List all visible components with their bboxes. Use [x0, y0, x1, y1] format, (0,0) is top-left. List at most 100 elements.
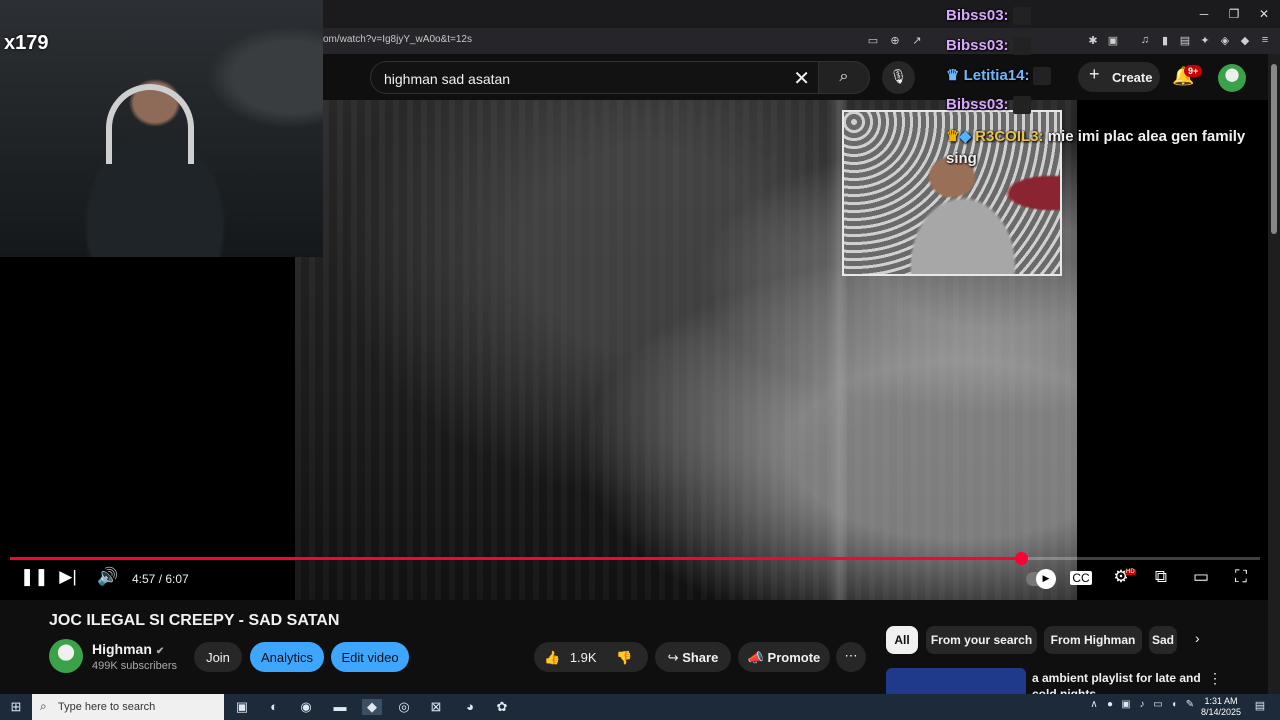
- search-button[interactable]: ⌕: [818, 61, 870, 94]
- more-actions-button[interactable]: ⋯: [836, 642, 866, 672]
- profile-icon[interactable]: ◆: [1238, 34, 1252, 47]
- taskbar-search[interactable]: ⌕ Type here to search: [32, 694, 224, 720]
- autoplay-toggle[interactable]: ▶: [1026, 569, 1056, 589]
- chat-username: Bibss03:: [946, 96, 1009, 113]
- extensions-icon[interactable]: ✱: [1086, 34, 1100, 47]
- fullscreen-icon[interactable]: ⛶: [1230, 567, 1252, 591]
- search-box[interactable]: highman sad asatan ✕: [370, 61, 818, 94]
- clear-search-icon[interactable]: ✕: [793, 66, 810, 91]
- scrollbar-thumb[interactable]: [1271, 64, 1277, 234]
- chat-message: Bibss03:: [946, 96, 1031, 115]
- chat-message: Bibss03:: [946, 7, 1031, 26]
- brave-browser-icon[interactable]: ◆: [362, 699, 382, 715]
- chat-avatar: [1012, 7, 1031, 26]
- promote-icon: 📣: [747, 650, 764, 665]
- chat-avatar: [1012, 37, 1031, 56]
- minimize-icon[interactable]: ─: [1196, 7, 1212, 21]
- progress-bar[interactable]: [10, 552, 1260, 565]
- chip-sad[interactable]: Sad: [1149, 626, 1177, 654]
- task-view-icon[interactable]: ▣: [232, 699, 252, 715]
- windows-start-icon[interactable]: ⊞: [6, 699, 26, 715]
- taskbar: ⊞ ⌕ Type here to search ▣ ◐ ◉ ▬ ◆ ◎ ⊠ ◕ …: [0, 694, 1280, 720]
- clock-date: 8/14/2025: [1200, 707, 1242, 717]
- chat-username: Bibss03:: [946, 37, 1009, 54]
- miniplayer-icon[interactable]: ⧉: [1150, 567, 1172, 591]
- search-icon: ⌕: [839, 68, 849, 85]
- chat-username: Bibss03:: [946, 7, 1009, 24]
- chip-from-your-search[interactable]: From your search: [926, 626, 1037, 654]
- dislike-icon[interactable]: 👎: [616, 650, 632, 665]
- verified-icon: ✔: [155, 646, 165, 657]
- chat-username: Letitia14:: [963, 67, 1030, 84]
- maximize-icon[interactable]: ❐: [1226, 7, 1242, 21]
- share-page-icon[interactable]: ↗: [910, 34, 924, 47]
- like-count[interactable]: 1.9K: [570, 650, 597, 665]
- page-scrollbar[interactable]: [1268, 54, 1280, 694]
- join-button[interactable]: Join: [194, 642, 242, 672]
- close-window-icon[interactable]: ✕: [1256, 7, 1272, 21]
- wallet-icon[interactable]: ▤: [1178, 34, 1192, 47]
- media-icon[interactable]: ♫: [1138, 34, 1152, 46]
- tab-search-icon[interactable]: ▣: [1106, 34, 1120, 47]
- chip-all[interactable]: All: [886, 626, 918, 654]
- share-button[interactable]: ↪ Share: [655, 642, 731, 672]
- notification-center-icon[interactable]: ▤: [1250, 699, 1270, 712]
- share-icon: ↪: [667, 650, 679, 665]
- channel-name-text[interactable]: Highman: [92, 641, 152, 657]
- time-display: 4:57 / 6:07: [132, 572, 189, 586]
- cast-icon[interactable]: ▭: [866, 34, 880, 47]
- chevron-right-icon[interactable]: ›: [1195, 630, 1200, 646]
- xbox-icon[interactable]: ⊠: [426, 699, 446, 715]
- file-explorer-icon[interactable]: ▬: [330, 699, 350, 714]
- menu-icon[interactable]: ≡: [1258, 34, 1272, 46]
- chat-text-continued: sing: [946, 150, 977, 167]
- progress-fill: [10, 557, 1022, 560]
- copilot-icon[interactable]: ◐: [264, 699, 284, 714]
- theater-mode-icon[interactable]: ▭: [1190, 567, 1212, 591]
- edge-icon[interactable]: ◉: [296, 699, 316, 715]
- crown-icon: ♛: [946, 67, 960, 84]
- channel-name[interactable]: Highman ✔: [92, 641, 164, 657]
- account-avatar[interactable]: [1218, 64, 1246, 92]
- edit-video-button[interactable]: Edit video: [331, 642, 409, 672]
- vpn-icon[interactable]: ◈: [1218, 34, 1232, 47]
- more-icon: ⋯: [844, 648, 858, 663]
- next-icon[interactable]: ▶|: [58, 567, 78, 591]
- promote-button[interactable]: 📣 Promote: [738, 642, 830, 672]
- clock-time: 1:31 AM: [1204, 696, 1238, 706]
- microphone-icon: 🎙: [889, 68, 908, 84]
- like-icon[interactable]: 👍: [544, 650, 560, 665]
- voice-search-button[interactable]: 🎙: [882, 61, 915, 94]
- chat-avatar: [1033, 67, 1052, 86]
- recommendation-menu-icon[interactable]: ⋮: [1208, 670, 1222, 687]
- gem-icon: ◆: [959, 128, 971, 145]
- sidebar-icon[interactable]: ▮: [1158, 34, 1172, 47]
- pause-icon[interactable]: ❚❚: [20, 567, 49, 591]
- hd-badge: HD: [1125, 569, 1136, 575]
- streamer-webcam: x179: [0, 0, 323, 257]
- app-icon[interactable]: ✿: [492, 699, 512, 715]
- video-title: JOC ILEGAL SI CREEPY - SAD SATAN: [49, 612, 340, 629]
- notifications-badge: 9+: [1184, 65, 1203, 77]
- analytics-button[interactable]: Analytics: [250, 642, 324, 672]
- taskbar-clock[interactable]: 1:31 AM 8/14/2025: [1196, 696, 1246, 718]
- zoom-icon[interactable]: ⊕: [888, 34, 902, 47]
- channel-avatar[interactable]: [49, 639, 83, 673]
- headphones-shape: [106, 84, 194, 164]
- volume-icon[interactable]: 🔊: [97, 567, 119, 591]
- taskbar-search-icon: ⌕: [40, 699, 47, 713]
- create-button[interactable]: + Create: [1078, 62, 1160, 92]
- search-input[interactable]: highman sad asatan: [384, 71, 510, 87]
- taskbar-search-placeholder[interactable]: Type here to search: [58, 701, 155, 713]
- like-dislike-group: 👍 1.9K 👎: [534, 642, 648, 672]
- ai-icon[interactable]: ✦: [1198, 34, 1212, 47]
- url-text[interactable]: om/watch?v=Ig8jyY_wA0o&t=12s: [323, 34, 472, 45]
- chat-text: mie imi plac alea gen family: [1047, 128, 1246, 145]
- captions-icon[interactable]: CC: [1070, 571, 1092, 585]
- steam-icon[interactable]: ◎: [394, 699, 414, 715]
- create-label: Create: [1112, 70, 1153, 85]
- chat-avatar: [1012, 96, 1031, 115]
- discord-icon[interactable]: ◕: [460, 699, 480, 714]
- chip-from-highman[interactable]: From Highman: [1044, 626, 1142, 654]
- screen: ─ ❐ ✕ om/watch?v=Ig8jyY_wA0o&t=12s ▭ ⊕ ↗…: [0, 0, 1280, 720]
